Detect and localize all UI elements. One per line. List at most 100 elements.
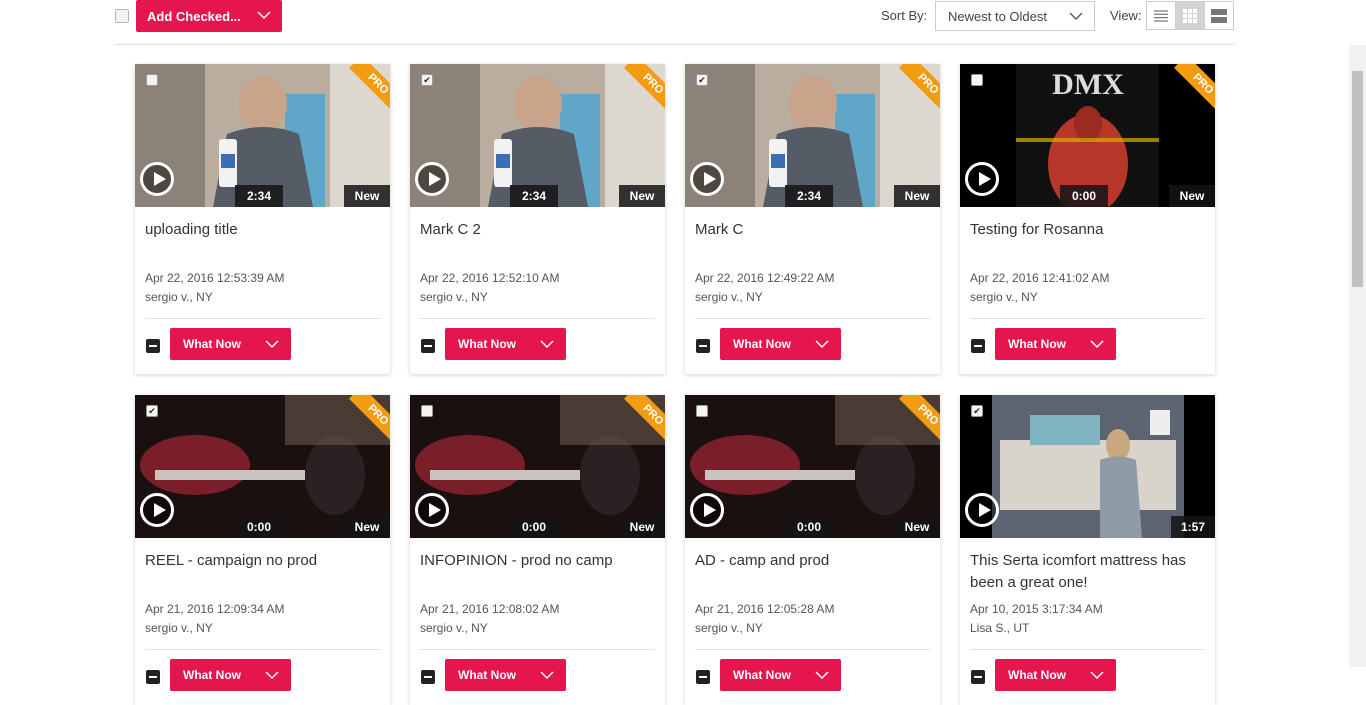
chevron-down-icon (1090, 671, 1104, 680)
what-now-button[interactable]: What Now (170, 659, 291, 691)
list-view-button[interactable] (1147, 2, 1175, 29)
video-title[interactable]: INFOPINION - prod no camp (420, 550, 660, 572)
video-card[interactable]: DMX PRO 0:00 New Testing for Rosanna Apr 22, … (960, 64, 1215, 374)
video-title[interactable]: This Serta icomfort mattress has been a … (970, 550, 1210, 594)
remove-icon[interactable] (971, 670, 985, 684)
video-date: Apr 22, 2016 12:52:10 AM (420, 271, 560, 285)
video-thumbnail[interactable]: ✔ PRO 2:34 New (410, 64, 665, 207)
toolbar-divider (115, 44, 1235, 45)
video-select-checkbox[interactable]: ✔ (696, 74, 708, 86)
remove-icon[interactable] (971, 339, 985, 353)
what-now-button[interactable]: What Now (720, 659, 841, 691)
video-select-checkbox[interactable] (696, 405, 708, 417)
card-divider (970, 649, 1205, 650)
list-view-icon (1154, 9, 1168, 22)
sort-select-value: Newest to Oldest (948, 9, 1047, 24)
video-select-checkbox[interactable] (971, 74, 983, 86)
new-badge: New (619, 185, 665, 207)
video-card[interactable]: ✔ PRO 0:00 New REEL - campaign no prod Apr 21… (135, 395, 390, 705)
remove-icon[interactable] (421, 339, 435, 353)
video-select-checkbox[interactable]: ✔ (971, 405, 983, 417)
sort-select[interactable]: Newest to Oldest (935, 1, 1095, 31)
video-thumbnail[interactable]: PRO 0:00 New (410, 395, 665, 538)
what-now-label: What Now (1008, 337, 1066, 351)
new-badge: New (1169, 185, 1215, 207)
video-date: Apr 21, 2016 12:08:02 AM (420, 602, 560, 616)
video-author: sergio v., NY (420, 290, 488, 304)
what-now-button[interactable]: What Now (170, 328, 291, 360)
video-author: sergio v., NY (970, 290, 1038, 304)
video-duration: 0:00 (1060, 185, 1108, 207)
play-icon[interactable] (690, 493, 724, 527)
video-title[interactable]: Testing for Rosanna (970, 219, 1210, 241)
video-thumbnail[interactable]: ✔ PRO 2:34 New (685, 64, 940, 207)
remove-icon[interactable] (696, 670, 710, 684)
large-view-icon (1211, 8, 1227, 23)
play-icon[interactable] (415, 493, 449, 527)
card-divider (695, 318, 930, 319)
pro-badge-label: PRO (899, 64, 940, 110)
video-title[interactable]: Mark C (695, 219, 935, 241)
video-card[interactable]: ✔ PRO 2:34 New Mark C 2 Apr 22, 2016 12:52:10… (410, 64, 665, 374)
video-select-checkbox[interactable] (146, 74, 158, 86)
video-title[interactable]: AD - camp and prod (695, 550, 935, 572)
video-select-checkbox[interactable] (421, 405, 433, 417)
video-title[interactable]: REEL - campaign no prod (145, 550, 385, 572)
video-title[interactable]: Mark C 2 (420, 219, 660, 241)
chevron-down-icon (265, 340, 279, 349)
video-author: sergio v., NY (695, 621, 763, 635)
remove-icon[interactable] (146, 339, 160, 353)
sort-by-label: Sort By: (881, 8, 928, 23)
large-view-button[interactable] (1204, 2, 1233, 29)
play-icon[interactable] (965, 162, 999, 196)
video-card[interactable]: ✔ PRO 2:34 New Mark C Apr 22, 2016 12:49:22 A… (685, 64, 940, 374)
video-select-checkbox[interactable]: ✔ (421, 74, 433, 86)
scrollbar[interactable] (1349, 45, 1366, 667)
remove-icon[interactable] (146, 670, 160, 684)
view-label: View: (1110, 8, 1142, 23)
new-badge: New (344, 516, 390, 538)
video-author: sergio v., NY (695, 290, 763, 304)
add-checked-button[interactable]: Add Checked... (136, 0, 282, 32)
remove-icon[interactable] (421, 670, 435, 684)
add-checked-label: Add Checked... (147, 8, 241, 24)
new-badge: New (619, 516, 665, 538)
play-icon[interactable] (140, 493, 174, 527)
video-thumbnail[interactable]: ✔ 1:57 (960, 395, 1215, 538)
video-thumbnail[interactable]: DMX PRO 0:00 New (960, 64, 1215, 207)
scrollbar-thumb[interactable] (1352, 71, 1363, 287)
new-badge: New (344, 185, 390, 207)
select-all-checkbox[interactable] (115, 9, 129, 23)
new-badge: New (894, 516, 940, 538)
play-icon[interactable] (415, 162, 449, 196)
play-icon[interactable] (690, 162, 724, 196)
play-icon[interactable] (140, 162, 174, 196)
video-select-checkbox[interactable]: ✔ (146, 405, 158, 417)
new-badge: New (894, 185, 940, 207)
what-now-button[interactable]: What Now (445, 328, 566, 360)
video-card[interactable]: PRO 2:34 New uploading title Apr 22, 2016 12… (135, 64, 390, 374)
pro-badge-label: PRO (349, 395, 390, 441)
video-thumbnail[interactable]: PRO 2:34 New (135, 64, 390, 207)
what-now-button[interactable]: What Now (995, 328, 1116, 360)
toolbar: Add Checked... Sort By: Newest to Oldest… (0, 0, 1366, 45)
what-now-button[interactable]: What Now (995, 659, 1116, 691)
grid-view-button[interactable] (1175, 2, 1204, 29)
video-duration: 0:00 (510, 516, 558, 538)
what-now-button[interactable]: What Now (720, 328, 841, 360)
video-title[interactable]: uploading title (145, 219, 385, 241)
pro-badge-label: PRO (1174, 64, 1215, 110)
video-card[interactable]: PRO 0:00 New AD - camp and prod Apr 21, 2016… (685, 395, 940, 705)
video-card[interactable]: PRO 0:00 New INFOPINION - prod no camp Apr 2… (410, 395, 665, 705)
what-now-button[interactable]: What Now (445, 659, 566, 691)
pro-badge-label: PRO (624, 395, 665, 441)
video-thumbnail[interactable]: PRO 0:00 New (685, 395, 940, 538)
what-now-label: What Now (1008, 668, 1066, 682)
video-date: Apr 21, 2016 12:05:28 AM (695, 602, 835, 616)
video-duration: 2:34 (785, 185, 833, 207)
chevron-down-icon (1069, 12, 1083, 20)
remove-icon[interactable] (696, 339, 710, 353)
video-card[interactable]: ✔ 1:57 This Serta icomfort mattress has be… (960, 395, 1215, 705)
play-icon[interactable] (965, 493, 999, 527)
video-thumbnail[interactable]: ✔ PRO 0:00 New (135, 395, 390, 538)
